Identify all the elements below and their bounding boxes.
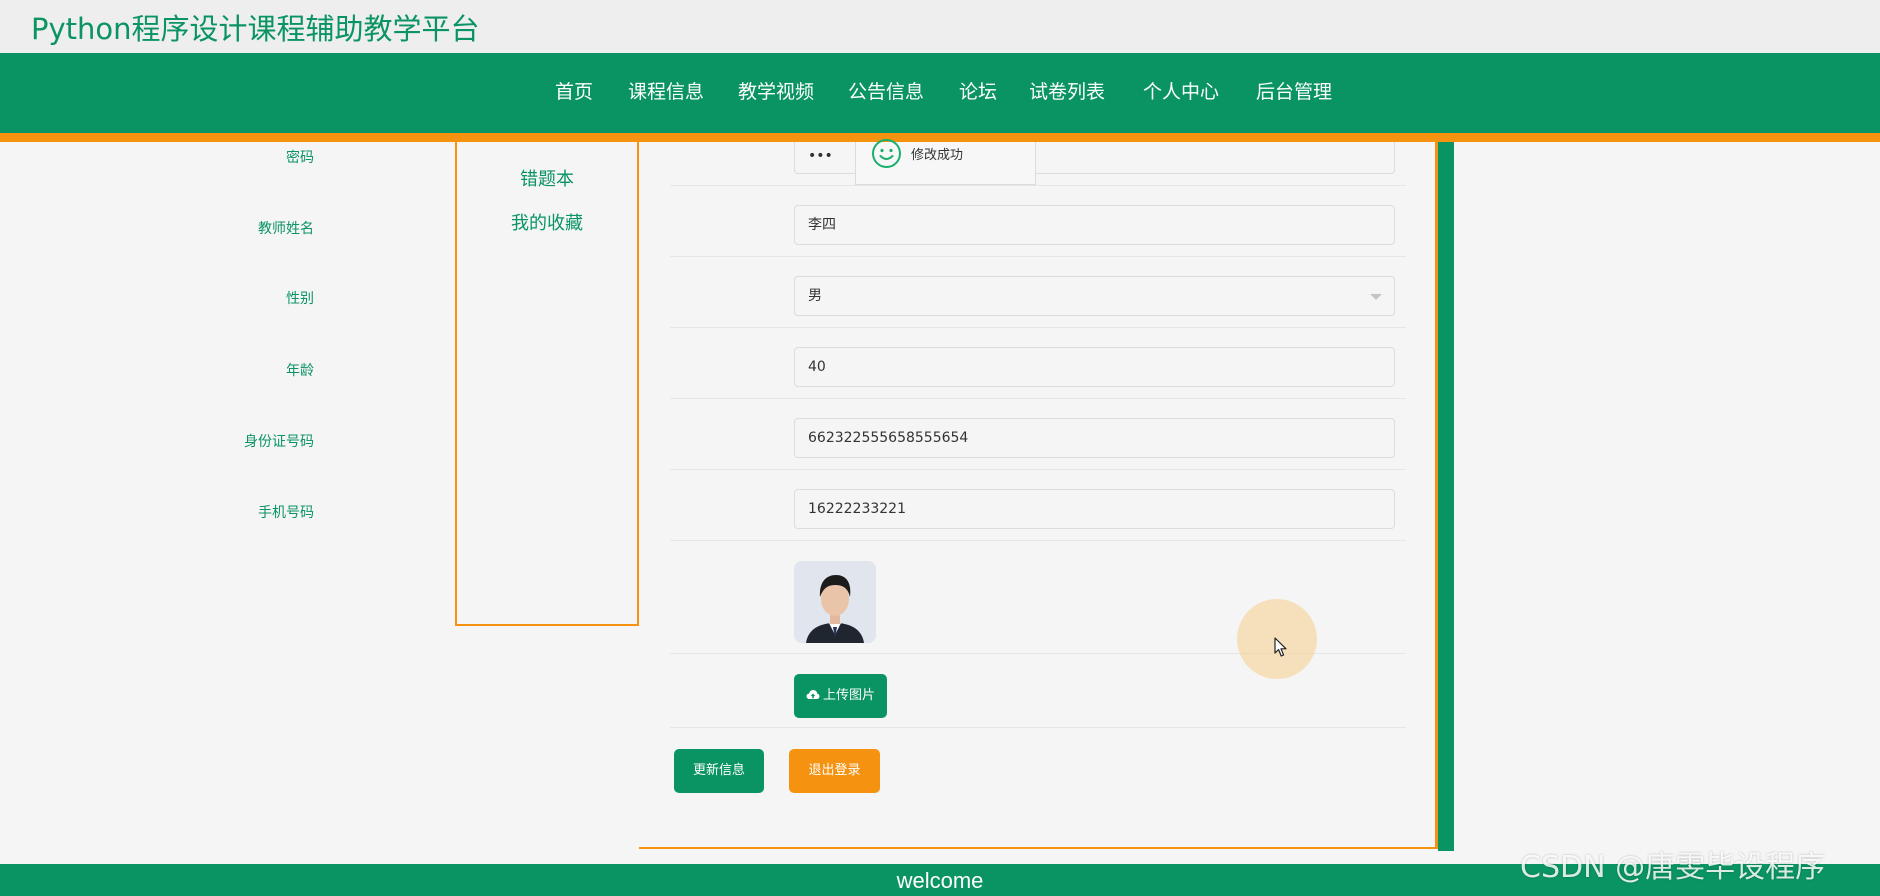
- smile-icon: [872, 139, 901, 168]
- main-nav: 首页 课程信息 教学视频 公告信息 论坛 试卷列表 个人中心 后台管理: [0, 53, 1880, 133]
- logout-button[interactable]: 退出登录: [789, 749, 880, 793]
- age-field[interactable]: 40: [794, 347, 1395, 387]
- site-header: Python程序设计课程辅助教学平台: [0, 0, 1880, 53]
- gender-value: 男: [808, 288, 822, 304]
- upload-image-label: 上传图片: [822, 688, 875, 703]
- avatar-photo: [794, 561, 876, 643]
- watermark: CSDN @唐雯毕设程序: [1520, 850, 1826, 885]
- phone-label: 手机号码: [258, 505, 314, 521]
- gender-label: 性别: [286, 291, 314, 307]
- phone-field[interactable]: 16222233221: [794, 489, 1395, 529]
- nav-item-admin[interactable]: 后台管理: [1256, 77, 1332, 104]
- nav-accent-strip: [0, 133, 1880, 142]
- password-label: 密码: [286, 150, 314, 166]
- cloud-upload-icon: [806, 690, 820, 699]
- nav-item-videos[interactable]: 教学视频: [738, 77, 814, 104]
- content-bottom-border: [639, 847, 1439, 849]
- update-info-button[interactable]: 更新信息: [674, 749, 764, 793]
- mouse-cursor-icon: [1274, 637, 1287, 657]
- sidebar: 错题本 我的收藏: [455, 142, 639, 626]
- teacher-name-label: 教师姓名: [258, 221, 314, 237]
- id-number-field[interactable]: 662322555658555654: [794, 418, 1395, 458]
- nav-item-profile[interactable]: 个人中心: [1143, 77, 1219, 104]
- toast-message: 修改成功: [911, 148, 964, 163]
- sidebar-item-wrong-questions[interactable]: 错题本: [457, 165, 637, 191]
- gender-select[interactable]: 男: [794, 276, 1395, 316]
- id-number-label: 身份证号码: [244, 434, 314, 450]
- site-title: Python程序设计课程辅助教学平台: [31, 12, 480, 46]
- content-right-accent: [1438, 142, 1454, 851]
- avatar: [794, 561, 876, 643]
- nav-item-courses[interactable]: 课程信息: [628, 77, 704, 104]
- sidebar-item-favorites[interactable]: 我的收藏: [457, 209, 637, 235]
- nav-item-forum[interactable]: 论坛: [959, 77, 997, 104]
- success-toast: 修改成功: [855, 139, 1036, 185]
- chevron-down-icon: [1370, 294, 1382, 300]
- upload-image-button[interactable]: 上传图片: [794, 674, 887, 718]
- age-label: 年龄: [286, 363, 314, 379]
- nav-item-home[interactable]: 首页: [555, 77, 593, 104]
- teacher-name-field[interactable]: 李四: [794, 205, 1395, 245]
- nav-item-announcements[interactable]: 公告信息: [848, 77, 924, 104]
- nav-item-exams[interactable]: 试卷列表: [1029, 77, 1105, 104]
